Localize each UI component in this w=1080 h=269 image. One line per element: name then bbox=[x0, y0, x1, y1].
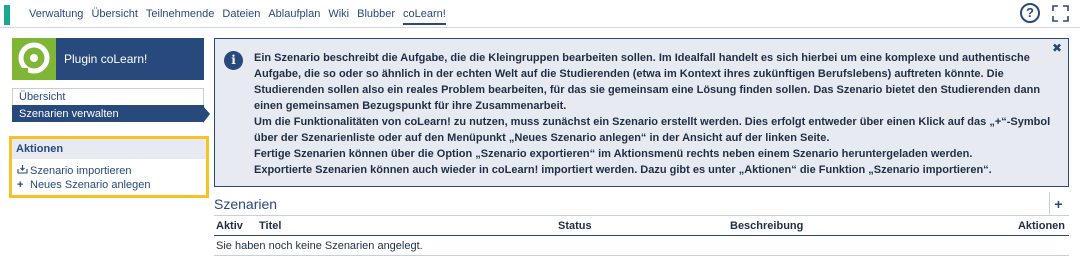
column-header-status[interactable]: Status bbox=[558, 220, 592, 232]
sidebar-item-uebersicht[interactable]: Übersicht bbox=[12, 88, 204, 105]
tab-blubber[interactable]: Blubber bbox=[357, 3, 395, 25]
column-header-aktionen: Aktionen bbox=[1017, 220, 1065, 232]
plus-icon: + bbox=[17, 179, 24, 191]
table-caption: Szenarien + bbox=[214, 192, 1069, 216]
help-icon[interactable]: ? bbox=[1020, 3, 1040, 23]
new-scenario-label: Neues Szenario anlegen bbox=[30, 179, 151, 191]
top-navigation: Verwaltung Übersicht Teilnehmende Dateie… bbox=[0, 0, 1080, 28]
info-paragraph: Um die Funktionalitäten von coLearn! zu … bbox=[254, 116, 1051, 144]
plugin-title: Plugin coLearn! bbox=[64, 52, 148, 66]
sidebar-item-szenarien-verwalten[interactable]: Szenarien verwalten bbox=[12, 105, 210, 123]
info-message: i ✖ Ein Szenario beschreibt die Aufgabe,… bbox=[214, 38, 1069, 187]
actions-title: Aktionen bbox=[12, 139, 206, 159]
column-header-beschreibung[interactable]: Beschreibung bbox=[730, 220, 803, 232]
scenario-table: Szenarien + Aktiv Titel Status Beschreib… bbox=[214, 192, 1069, 256]
new-scenario-link[interactable]: + Neues Szenario anlegen bbox=[12, 178, 206, 192]
info-paragraph: Fertige Szenarien können über die Option… bbox=[254, 148, 973, 160]
table-header: Aktiv Titel Status Beschreibung Aktionen bbox=[214, 216, 1069, 236]
nav-accent-bar bbox=[4, 5, 10, 25]
import-scenario-link[interactable]: Szenario importieren bbox=[12, 164, 206, 178]
colearn-logo bbox=[12, 38, 56, 80]
info-icon: i bbox=[224, 51, 243, 70]
tab-wiki[interactable]: Wiki bbox=[328, 3, 349, 25]
info-text: Ein Szenario beschreibt die Aufgabe, die… bbox=[254, 50, 1066, 178]
tab-verwaltung[interactable]: Verwaltung bbox=[29, 3, 83, 25]
tab-colearn[interactable]: coLearn! bbox=[403, 3, 446, 25]
sidebar-navigation: Übersicht Szenarien verwalten bbox=[12, 88, 210, 123]
course-tabs: Verwaltung Übersicht Teilnehmende Dateie… bbox=[29, 0, 454, 28]
actions-panel: Aktionen Szenario importieren + Neues Sze… bbox=[9, 136, 209, 198]
import-icon bbox=[17, 164, 28, 178]
plugin-header: Plugin coLearn! bbox=[12, 38, 204, 80]
import-scenario-label: Szenario importieren bbox=[30, 165, 132, 177]
info-paragraph: Ein Szenario beschreibt die Aufgabe, die… bbox=[254, 52, 1041, 112]
empty-table-message: Sie haben noch keine Szenarien angelegt. bbox=[214, 236, 1069, 256]
column-header-titel[interactable]: Titel bbox=[259, 220, 281, 232]
tab-ablaufplan[interactable]: Ablaufplan bbox=[268, 3, 320, 25]
tab-dateien[interactable]: Dateien bbox=[222, 3, 260, 25]
column-header-aktiv[interactable]: Aktiv bbox=[216, 220, 243, 232]
tab-uebersicht[interactable]: Übersicht bbox=[91, 3, 137, 25]
fullscreen-icon[interactable] bbox=[1052, 5, 1069, 22]
info-paragraph: Exportierte Szenarien können auch wieder… bbox=[254, 164, 992, 176]
tab-teilnehmende[interactable]: Teilnehmende bbox=[146, 3, 215, 25]
table-title: Szenarien bbox=[214, 196, 278, 212]
add-scenario-icon[interactable]: + bbox=[1049, 192, 1067, 216]
